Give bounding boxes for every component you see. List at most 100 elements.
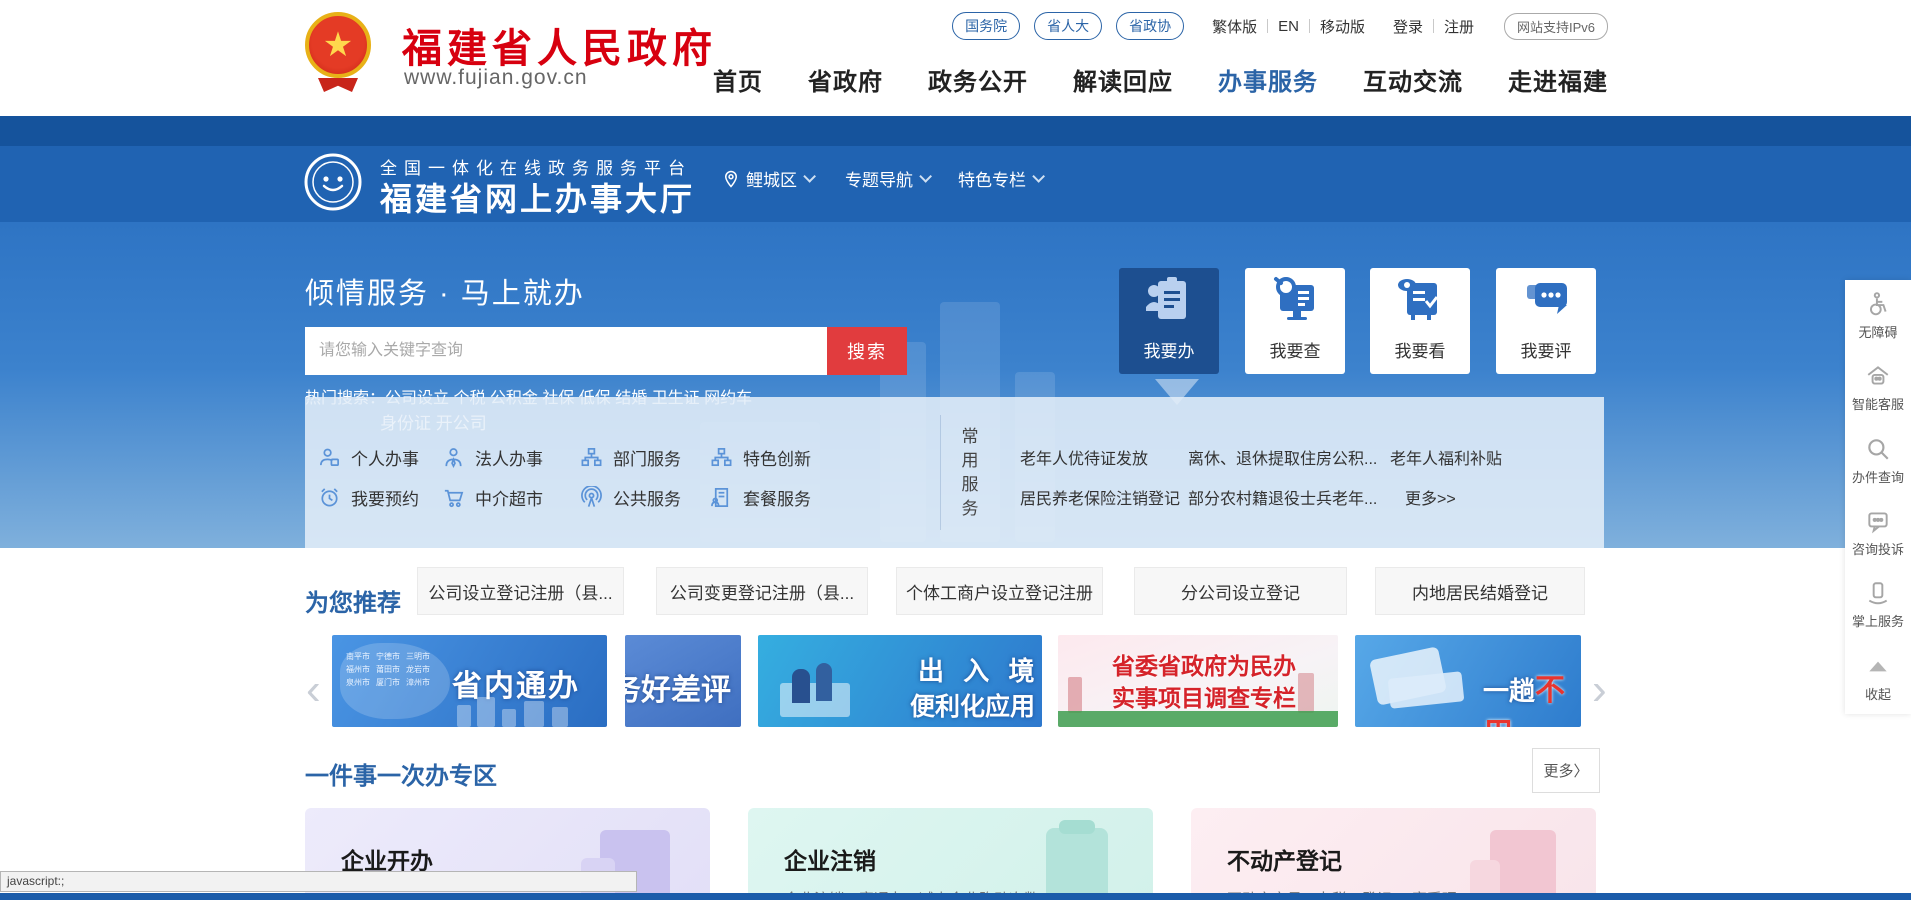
menu-agency-market[interactable]: 中介超市 (442, 485, 543, 510)
clipboard-icon (1142, 273, 1196, 327)
big-button-apply[interactable]: 我要办 (1119, 268, 1219, 374)
ipv6-badge[interactable]: 网站支持IPv6 (1504, 13, 1608, 40)
special-column-label: 特色专栏 (958, 166, 1026, 191)
nav-services[interactable]: 办事服务 (1218, 62, 1318, 97)
region-selector[interactable]: 鲤城区 (722, 166, 812, 191)
menu-label: 部门服务 (613, 445, 681, 470)
link-guowuyuan[interactable]: 国务院 (952, 12, 1020, 40)
wheelchair-icon (1865, 291, 1891, 317)
common-link-senior-card[interactable]: 老年人优待证发放 (1020, 445, 1148, 469)
carousel-next-icon[interactable]: › (1592, 668, 1607, 712)
menu-public-services[interactable]: 公共服务 (580, 485, 681, 510)
cart-icon (442, 486, 465, 509)
sidebar-label: 智能客服 (1852, 394, 1904, 413)
hero-section: 倾情服务 · 马上就办 搜索 热门搜索：公司设立 个税 公积金 社保 低保 结婚… (0, 222, 1911, 548)
recommend-pill[interactable]: 内地居民结婚登记 (1375, 567, 1585, 615)
alarm-clock-icon (318, 486, 341, 509)
sidebar-mobile-service[interactable]: 掌上服务 (1845, 569, 1911, 641)
emblem-ribbon (318, 78, 358, 92)
monitor-search-icon (1268, 273, 1322, 327)
sitemap-icon (580, 446, 603, 469)
common-link-housing-fund[interactable]: 离休、退休提取住房公积... (1188, 445, 1377, 469)
carousel-banner-immigration[interactable]: 出 入 境 便利化应用 (758, 635, 1042, 727)
menu-label: 法人办事 (475, 445, 543, 470)
banner-title-line2: 实事项目调查专栏 (1112, 679, 1296, 713)
person-tie-icon (442, 446, 465, 469)
common-link-pension-cancel[interactable]: 居民养老保险注销登记 (1020, 485, 1180, 509)
big-button-rate[interactable]: 我要评 (1496, 268, 1596, 374)
recommend-pill[interactable]: 公司设立登记注册（县... (417, 567, 624, 615)
carousel-banner-one-trip[interactable]: 一趟不用 (1355, 635, 1581, 727)
menu-corporate-services[interactable]: 法人办事 (442, 445, 543, 470)
common-link-more[interactable]: 更多>> (1405, 485, 1456, 509)
menu-featured-innovation[interactable]: 特色创新 (710, 445, 811, 470)
chat-icon (1865, 508, 1891, 534)
link-english[interactable]: EN (1278, 18, 1299, 35)
sidebar-consult-complaint[interactable]: 咨询投诉 (1845, 497, 1911, 569)
sidebar-label: 无障碍 (1858, 322, 1897, 341)
main-nav: 首页 省政府 政务公开 解读回应 办事服务 互动交流 走进福建 (713, 62, 1608, 97)
menu-department-services[interactable]: 部门服务 (580, 445, 681, 470)
recommend-pill[interactable]: 分公司设立登记 (1134, 567, 1347, 615)
sidebar-case-query[interactable]: 办件查询 (1845, 425, 1911, 497)
nav-interaction[interactable]: 互动交流 (1363, 62, 1463, 97)
topic-nav-menu[interactable]: 专题导航 (845, 166, 928, 191)
divider (1433, 19, 1434, 33)
link-shengrenda[interactable]: 省人大 (1034, 12, 1102, 40)
sidebar-smart-service[interactable]: 智能客服 (1845, 352, 1911, 424)
person-card-icon (318, 446, 341, 469)
browser-status-bar: javascript:; (0, 871, 637, 892)
nav-about-fujian[interactable]: 走进福建 (1508, 62, 1608, 97)
special-column-menu[interactable]: 特色专栏 (958, 166, 1041, 191)
link-shengzhengxie[interactable]: 省政协 (1116, 12, 1184, 40)
search-button[interactable]: 搜索 (827, 327, 907, 375)
menu-appointment[interactable]: 我要预约 (318, 485, 419, 510)
carousel-banner-rating[interactable]: 务好差评 (625, 635, 741, 727)
region-label: 鲤城区 (746, 166, 797, 191)
login-link[interactable]: 登录 (1393, 16, 1423, 37)
location-pin-icon (722, 170, 740, 188)
common-link-senior-welfare[interactable]: 老年人福利补贴 (1390, 445, 1502, 469)
menu-personal-services[interactable]: 个人办事 (318, 445, 419, 470)
carousel-prev-icon[interactable]: ‹ (306, 668, 321, 712)
service-menu-panel: 身份证 开公司 个人办事 法人办事 部门服务 (305, 397, 1604, 548)
sidebar-accessibility[interactable]: 无障碍 (1845, 280, 1911, 352)
big-button-label: 我要看 (1395, 337, 1446, 362)
link-traditional[interactable]: 繁体版 (1212, 16, 1257, 37)
recommend-pill[interactable]: 公司变更登记注册（县... (656, 567, 868, 615)
big-button-label: 我要办 (1144, 337, 1195, 362)
nav-interpretation[interactable]: 解读回应 (1073, 62, 1173, 97)
national-emblem-icon: ★ (305, 12, 371, 78)
big-button-view[interactable]: 我要看 (1370, 268, 1470, 374)
card-title: 企业注销 (784, 842, 876, 876)
carousel-banner-survey[interactable]: 省委省政府为民办 实事项目调查专栏 (1058, 635, 1338, 727)
nav-home[interactable]: 首页 (713, 62, 763, 97)
search-input[interactable] (305, 327, 827, 375)
big-button-query[interactable]: 我要查 (1245, 268, 1345, 374)
menu-label: 公共服务 (613, 485, 681, 510)
service-hall-logo-icon (303, 152, 363, 212)
onething-more-button[interactable]: 更多〉 (1532, 748, 1600, 793)
nav-gov-affairs[interactable]: 政务公开 (928, 62, 1028, 97)
big-button-label: 我要查 (1270, 337, 1321, 362)
card-real-estate[interactable]: 不动产登记 不动产交易、办税、登记“一窗受理”一… (1191, 808, 1596, 900)
floating-sidebar: 无障碍 智能客服 办件查询 咨询投诉 掌上服务 (1845, 280, 1911, 714)
onething-title: 一件事一次办专区 (305, 756, 497, 791)
recommend-pill[interactable]: 个体工商户设立登记注册 (896, 567, 1103, 615)
hot-search-line2: 身份证 开公司 (380, 409, 487, 434)
broadcast-icon (580, 486, 603, 509)
clipboard-deco (1046, 828, 1108, 900)
divider (1267, 19, 1268, 33)
fujian-map-deco: 南平市 宁德市 三明市 福州市 莆田市 龙岩市 泉州市 厦门市 漳州市 (340, 643, 450, 719)
menu-package-services[interactable]: 套餐服务 (710, 485, 811, 510)
register-link[interactable]: 注册 (1444, 16, 1474, 37)
sitemap-icon (710, 446, 733, 469)
banner-title-line2: 便利化应用 (910, 687, 1035, 723)
nav-provincial-gov[interactable]: 省政府 (808, 62, 883, 97)
collapse-up-icon (1865, 653, 1891, 679)
link-mobile[interactable]: 移动版 (1320, 16, 1365, 37)
common-link-veterans[interactable]: 部分农村籍退役士兵老年... (1188, 485, 1377, 509)
sidebar-collapse[interactable]: 收起 (1845, 642, 1911, 714)
carousel-banner-province-wide[interactable]: 南平市 宁德市 三明市 福州市 莆田市 龙岩市 泉州市 厦门市 漳州市 省内通办 (332, 635, 607, 727)
card-business-cancellation[interactable]: 企业注销 企业注销一窗通办，减少企业跑动次数 (748, 808, 1153, 900)
